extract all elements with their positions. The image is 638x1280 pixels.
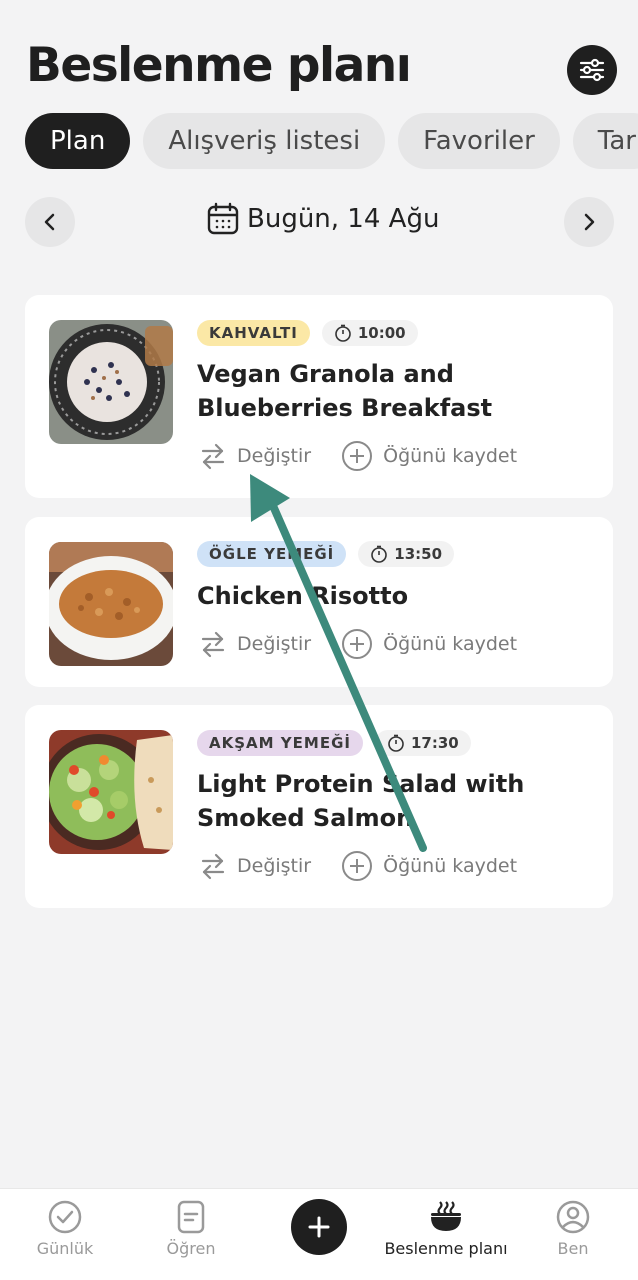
chevron-left-icon — [44, 213, 55, 231]
save-label: Öğünü kaydet — [383, 445, 518, 467]
meal-badges: AKŞAM YEMEĞİ 17:30 — [197, 730, 471, 756]
date-selector[interactable]: Bugün, 14 Ağu — [207, 202, 439, 236]
page-title: Beslenme planı — [26, 38, 412, 93]
nav-label: Beslenme planı — [384, 1239, 508, 1258]
meal-type-badge: ÖĞLE YEMEĞİ — [197, 541, 347, 567]
swap-icon — [201, 853, 225, 880]
stopwatch-icon — [371, 545, 388, 563]
user-circle-icon — [556, 1200, 590, 1234]
nav-item-daily[interactable]: Günlük — [0, 1199, 130, 1258]
swap-label: Değiştir — [237, 855, 312, 877]
meal-title[interactable]: Light Protein Salad with Smoked Salmon — [197, 767, 597, 835]
nav-label: Öğren — [166, 1239, 216, 1258]
meal-time-badge: 10:00 — [321, 320, 418, 346]
save-meal-button[interactable]: Öğünü kaydet — [341, 850, 517, 882]
document-icon — [177, 1200, 205, 1234]
meal-title[interactable]: Chicken Risotto — [197, 579, 597, 613]
swap-icon — [201, 443, 225, 470]
meal-badges: KAHVALTI 10:00 — [197, 320, 418, 346]
bowl-icon — [431, 1201, 461, 1231]
nav-item-me[interactable]: Ben — [508, 1199, 638, 1258]
meal-image-risotto — [49, 542, 173, 666]
filter-settings-button[interactable] — [567, 45, 617, 95]
meal-title[interactable]: Vegan Granola and Blueberries Breakfast — [197, 357, 597, 425]
meal-type-label: ÖĞLE YEMEĞİ — [209, 545, 335, 563]
tab-plan[interactable]: Plan — [25, 113, 131, 169]
nav-label: Ben — [557, 1239, 589, 1258]
meal-time-label: 17:30 — [410, 734, 459, 752]
chevron-right-icon — [584, 213, 595, 231]
tab-bar: Plan Alışveriş listesi Favoriler Tar — [25, 113, 638, 169]
swap-meal-button[interactable]: Değiştir — [199, 442, 311, 470]
save-label: Öğünü kaydet — [383, 855, 518, 877]
plus-circle-icon — [342, 441, 373, 471]
add-button[interactable] — [291, 1199, 347, 1255]
save-meal-button[interactable]: Öğünü kaydet — [341, 440, 517, 472]
stopwatch-icon — [388, 734, 404, 752]
tab-shopping-list[interactable]: Alışveriş listesi — [143, 113, 386, 169]
calendar-icon — [207, 202, 239, 235]
meal-time-label: 13:50 — [394, 545, 443, 563]
meal-actions: Değiştir Öğünü kaydet — [199, 628, 517, 660]
meal-actions: Değiştir Öğünü kaydet — [199, 850, 517, 882]
nav-item-learn[interactable]: Öğren — [126, 1199, 256, 1258]
sliders-icon — [579, 58, 605, 82]
save-meal-button[interactable]: Öğünü kaydet — [341, 628, 517, 660]
save-label: Öğünü kaydet — [383, 633, 518, 655]
plus-icon — [308, 1216, 330, 1238]
meal-card-lunch[interactable]: ÖĞLE YEMEĞİ 13:50 Chicken Risotto Değişt… — [25, 517, 613, 687]
meal-time-badge: 13:50 — [358, 541, 455, 567]
meal-time-badge: 17:30 — [374, 730, 471, 756]
nav-label: Günlük — [36, 1239, 94, 1258]
meal-type-label: AKŞAM YEMEĞİ — [209, 734, 351, 752]
date-label: Bugün, 14 Ağu — [247, 204, 440, 234]
meal-image-salad — [49, 730, 173, 854]
plus-circle-icon — [342, 851, 373, 881]
meal-card-dinner[interactable]: AKŞAM YEMEĞİ 17:30 Light Protein Salad w… — [25, 705, 613, 908]
meal-actions: Değiştir Öğünü kaydet — [199, 440, 517, 472]
swap-label: Değiştir — [237, 633, 312, 655]
bottom-nav: Günlük Öğren Beslenme planı Ben — [0, 1188, 638, 1280]
swap-meal-button[interactable]: Değiştir — [199, 852, 311, 880]
date-navigator: Bugün, 14 Ağu — [0, 197, 638, 247]
plus-circle-icon — [342, 629, 373, 659]
meal-badges: ÖĞLE YEMEĞİ 13:50 — [197, 541, 455, 567]
next-day-button[interactable] — [564, 197, 614, 247]
check-circle-icon — [48, 1200, 82, 1234]
swap-label: Değiştir — [237, 445, 312, 467]
swap-icon — [201, 631, 225, 658]
nav-item-meal-plan[interactable]: Beslenme planı — [381, 1199, 511, 1258]
stopwatch-icon — [335, 324, 351, 342]
tab-favorites[interactable]: Favoriler — [398, 113, 560, 169]
meal-time-label: 10:00 — [357, 324, 406, 342]
meal-type-label: KAHVALTI — [209, 324, 298, 342]
meal-image-granola — [49, 320, 173, 444]
swap-meal-button[interactable]: Değiştir — [199, 630, 311, 658]
previous-day-button[interactable] — [25, 197, 75, 247]
tab-recipes[interactable]: Tar — [572, 113, 638, 169]
meal-card-breakfast[interactable]: KAHVALTI 10:00 Vegan Granola and Blueber… — [25, 295, 613, 498]
meal-type-badge: AKŞAM YEMEĞİ — [197, 730, 363, 756]
meal-type-badge: KAHVALTI — [197, 320, 310, 346]
